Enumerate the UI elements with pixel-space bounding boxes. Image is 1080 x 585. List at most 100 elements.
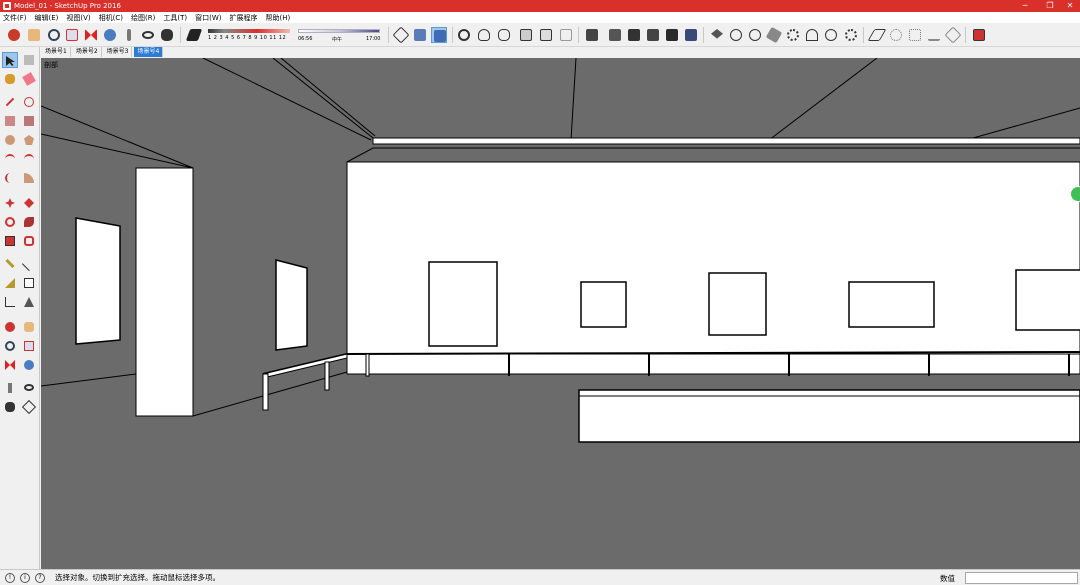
paint-button[interactable] — [765, 26, 783, 44]
push-pull-tool[interactable] — [21, 195, 37, 211]
tab-scene-1[interactable]: 场景号1 — [42, 47, 71, 57]
dimension-tool[interactable] — [21, 256, 37, 272]
tape-measure-tool[interactable] — [2, 256, 18, 272]
warehouse-button[interactable] — [709, 27, 725, 43]
scale-tool[interactable] — [2, 233, 18, 249]
line-tool[interactable] — [2, 94, 18, 110]
zoom-window-button[interactable] — [64, 27, 80, 43]
component-button[interactable] — [584, 27, 600, 43]
make-component-tool[interactable] — [21, 52, 37, 68]
position-camera-button[interactable] — [121, 27, 137, 43]
text-tool[interactable] — [21, 275, 37, 291]
menu-help[interactable]: 帮助(H) — [265, 13, 290, 23]
menu-draw[interactable]: 绘图(R) — [131, 13, 155, 23]
orbit-button[interactable] — [6, 27, 22, 43]
protractor-tool[interactable] — [2, 275, 18, 291]
three-point-arc-tool[interactable] — [2, 170, 18, 186]
rectangle-tool[interactable] — [2, 113, 18, 129]
arc-tool[interactable] — [2, 151, 18, 167]
sphere-button[interactable] — [728, 27, 744, 43]
circle-tool[interactable] — [2, 132, 18, 148]
previous-view-button[interactable] — [102, 27, 118, 43]
sun-button[interactable] — [785, 27, 801, 43]
menu-window[interactable]: 窗口(W) — [195, 13, 221, 23]
view-right-button[interactable] — [664, 27, 680, 43]
user-icon[interactable]: ? — [35, 572, 45, 583]
tab-scene-2[interactable]: 场景号2 — [73, 47, 102, 57]
walk-tool[interactable] — [2, 399, 18, 415]
pan-hand-icon — [28, 29, 40, 41]
menu-tools[interactable]: 工具(T) — [163, 13, 187, 23]
zoom-extents-tool[interactable] — [2, 357, 18, 373]
lock-button[interactable] — [558, 27, 574, 43]
toolbar-separator — [452, 27, 453, 43]
grass-button[interactable] — [926, 27, 942, 43]
view-frame-button[interactable] — [518, 27, 534, 43]
pie-tool[interactable] — [21, 170, 37, 186]
brush-button[interactable] — [944, 26, 962, 44]
offset-tool[interactable] — [21, 233, 37, 249]
teapot-button[interactable] — [476, 27, 492, 43]
display-section-cuts-button[interactable] — [431, 27, 447, 43]
view-top-button[interactable] — [626, 27, 642, 43]
check-button[interactable] — [456, 27, 472, 43]
display-section-planes-button[interactable] — [412, 27, 428, 43]
box-button[interactable] — [907, 27, 923, 43]
credits-icon[interactable]: i — [20, 572, 30, 583]
layer-button[interactable] — [867, 27, 887, 43]
shadow-month-slider[interactable]: 1 2 3 4 5 6 7 8 9 10 11 12 — [206, 27, 292, 43]
menu-extensions[interactable]: 扩展程序 — [229, 13, 257, 23]
view-front-button[interactable] — [645, 27, 661, 43]
follow-me-tool[interactable] — [21, 214, 37, 230]
rotate-tool[interactable] — [2, 214, 18, 230]
point-button[interactable] — [888, 27, 904, 43]
light-button[interactable] — [843, 27, 859, 43]
pan-tool[interactable] — [21, 319, 37, 335]
geo-location-icon[interactable]: ! — [5, 572, 15, 583]
eraser-shadow-button[interactable] — [185, 27, 203, 43]
3d-text-tool[interactable] — [21, 294, 37, 310]
menu-camera[interactable]: 相机(C) — [99, 13, 123, 23]
style-button[interactable] — [496, 27, 512, 43]
menu-edit[interactable]: 编辑(E) — [35, 13, 59, 23]
zoom-tool[interactable] — [2, 338, 18, 354]
dome-button[interactable] — [804, 27, 820, 43]
zoom-window-tool[interactable] — [21, 338, 37, 354]
shadow-time-slider[interactable]: 06:56 中午 17:00 — [296, 27, 382, 43]
zoom-button[interactable] — [46, 27, 62, 43]
menu-view[interactable]: 视图(V) — [66, 13, 90, 23]
section-plane-icon — [392, 26, 410, 44]
position-camera-tool[interactable] — [2, 380, 18, 396]
freehand-tool[interactable] — [21, 94, 37, 110]
view-back-button[interactable] — [683, 27, 699, 43]
polygon-tool[interactable] — [21, 132, 37, 148]
globe-button[interactable] — [823, 27, 839, 43]
zoom-extents-button[interactable] — [83, 27, 99, 43]
select-tool[interactable] — [2, 52, 18, 68]
look-around-button[interactable] — [140, 27, 156, 43]
measurements-input[interactable] — [965, 572, 1078, 584]
tab-scene-3[interactable]: 场景号3 — [104, 47, 133, 57]
rotated-rectangle-tool[interactable] — [21, 113, 37, 129]
view-frame-2-button[interactable] — [538, 27, 554, 43]
look-around-tool[interactable] — [21, 380, 37, 396]
export-button[interactable] — [971, 27, 987, 43]
paint-bucket-tool[interactable] — [2, 71, 18, 87]
move-tool[interactable] — [2, 195, 18, 211]
close-button[interactable]: ✕ — [1055, 0, 1080, 12]
viewport-navigation-icon[interactable] — [1070, 186, 1080, 202]
model-viewport[interactable]: 剖部 — [41, 58, 1080, 569]
circle-button[interactable] — [747, 27, 763, 43]
section-plane-tool[interactable] — [21, 399, 37, 415]
menu-file[interactable]: 文件(F) — [3, 13, 27, 23]
two-point-arc-tool[interactable] — [21, 151, 37, 167]
walk-button[interactable] — [159, 27, 175, 43]
tab-scene-4[interactable]: 场景号4 — [134, 47, 164, 57]
previous-view-tool[interactable] — [21, 357, 37, 373]
section-plane-button[interactable] — [392, 26, 410, 44]
view-iso-button[interactable] — [607, 27, 623, 43]
pan-button[interactable] — [26, 27, 42, 43]
orbit-tool[interactable] — [2, 319, 18, 335]
axes-tool[interactable] — [2, 294, 18, 310]
eraser-tool[interactable] — [21, 71, 37, 87]
